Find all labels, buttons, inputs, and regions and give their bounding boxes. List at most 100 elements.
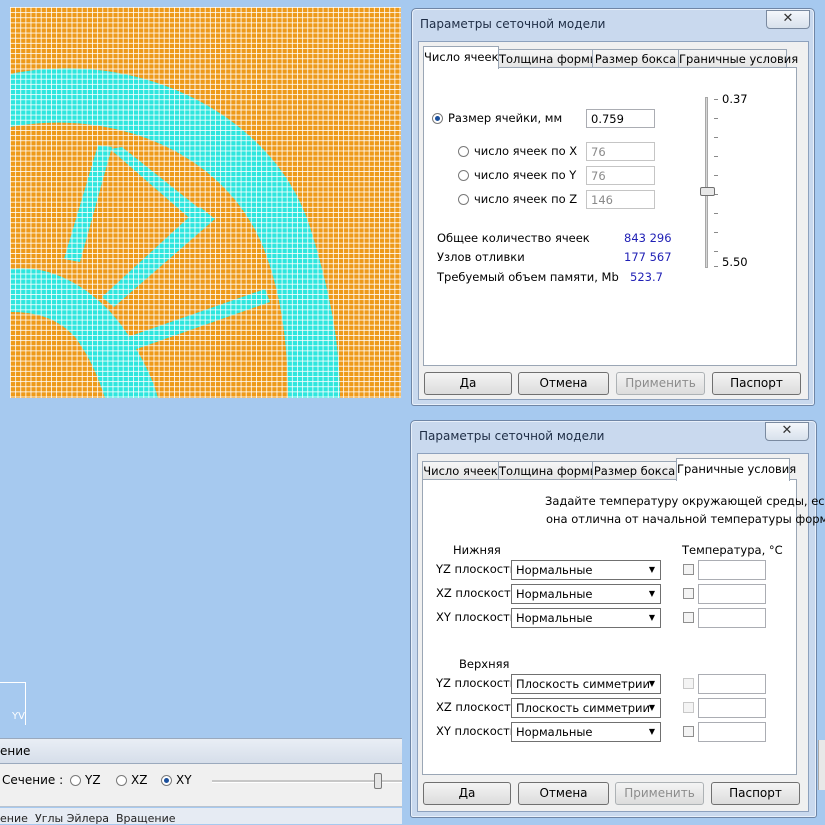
plane-radio-xy[interactable]: XY xyxy=(161,773,192,787)
cells-x-input[interactable]: 76 xyxy=(586,142,655,161)
upper-yz-select[interactable]: Плоскость симметрии ▼ xyxy=(511,674,661,694)
passport-button[interactable]: Паспорт xyxy=(712,372,801,395)
section-slider-thumb[interactable] xyxy=(374,773,382,789)
radio-indicator[interactable] xyxy=(161,774,172,786)
tab-boundary-conditions[interactable]: Граничные условия xyxy=(676,458,796,481)
lower-group-label: Нижняя xyxy=(453,543,501,557)
cancel-button[interactable]: Отмена xyxy=(518,782,609,805)
lower-xy-label: XY плоскость xyxy=(436,610,517,624)
cell-size-input[interactable]: 0.759 xyxy=(586,109,655,128)
section-label: Сечение : xyxy=(2,773,64,787)
tab-rotation[interactable]: Вращение xyxy=(116,812,176,825)
lower-xz-checkbox[interactable] xyxy=(683,588,694,599)
lower-xy-select[interactable]: Нормальные ▼ xyxy=(511,608,661,628)
apply-button[interactable]: Применить xyxy=(615,782,704,805)
radio-cells-z[interactable] xyxy=(458,194,469,205)
tab-form-thickness[interactable]: Толщина формы xyxy=(498,461,599,480)
lower-xz-label: XZ плоскость xyxy=(436,586,518,600)
tab-section[interactable]: ение xyxy=(0,812,28,825)
cells-y-input[interactable]: 76 xyxy=(586,166,655,185)
bottom-tab-strip: ение Углы Эйлера Вращение xyxy=(0,808,402,825)
upper-xy-checkbox[interactable] xyxy=(683,726,694,737)
close-button[interactable]: ✕ xyxy=(765,422,809,441)
cell-size-slider-track[interactable] xyxy=(705,97,708,268)
memory-value: 523.7 xyxy=(630,270,663,284)
dialog-body: Число ячеек Толщина формы Размер бокса Г… xyxy=(418,41,809,400)
radio-cells-y[interactable] xyxy=(458,170,469,181)
section-panel-header: ение xyxy=(0,738,402,764)
mesh-viewport[interactable] xyxy=(10,7,401,398)
radio-cells-x[interactable] xyxy=(458,146,469,157)
radio-cell-size[interactable] xyxy=(432,113,443,124)
scrollbar-fragment[interactable] xyxy=(818,740,825,790)
memory-label: Требуемый объем памяти, Mb xyxy=(437,270,619,284)
close-button[interactable]: ✕ xyxy=(766,10,810,29)
plane-label: XZ xyxy=(131,773,148,787)
select-value: Плоскость симметрии xyxy=(516,701,650,715)
select-value: Нормальные xyxy=(516,611,593,625)
slider-max-label: 0.37 xyxy=(722,92,748,106)
tab-box-size[interactable]: Размер бокса xyxy=(592,49,679,68)
dropdown-arrow-icon: ▼ xyxy=(648,679,655,688)
total-cells-label: Общее количество ячеек xyxy=(437,231,590,245)
slider-tick xyxy=(714,99,718,100)
upper-yz-checkbox[interactable] xyxy=(683,678,694,689)
lower-xy-checkbox[interactable] xyxy=(683,612,694,623)
tab-euler-angles[interactable]: Углы Эйлера xyxy=(35,812,109,825)
upper-xy-temperature[interactable] xyxy=(698,722,766,742)
dropdown-arrow-icon: ▼ xyxy=(648,613,655,622)
plane-radio-xz[interactable]: XZ xyxy=(116,773,147,787)
select-value: Плоскость симметрии xyxy=(516,677,650,691)
lower-yz-temperature[interactable] xyxy=(698,560,766,580)
dropdown-arrow-icon: ▼ xyxy=(648,565,655,574)
lower-yz-select[interactable]: Нормальные ▼ xyxy=(511,560,661,580)
cell-size-slider-thumb[interactable] xyxy=(700,187,715,196)
tab-cell-count[interactable]: Число ячеек xyxy=(423,46,499,69)
tab-boundary-conditions[interactable]: Граничные условия xyxy=(678,49,798,68)
plane-radio-yz[interactable]: YZ xyxy=(70,773,101,787)
lower-xz-temperature[interactable] xyxy=(698,584,766,604)
temperature-header: Температура, °C xyxy=(682,543,783,557)
plane-label: YZ xyxy=(85,773,101,787)
casting-nodes-label: Узлов отливки xyxy=(437,250,525,264)
upper-xz-temperature[interactable] xyxy=(698,698,766,718)
tab-form-thickness[interactable]: Толщина формы xyxy=(498,49,599,68)
slider-tick xyxy=(714,137,718,138)
dialog-title: Параметры сеточной модели xyxy=(420,17,606,31)
lower-yz-checkbox[interactable] xyxy=(683,564,694,575)
tab-cell-count[interactable]: Число ячеек xyxy=(422,461,499,480)
apply-button[interactable]: Применить xyxy=(616,372,705,395)
slider-tick xyxy=(714,266,718,267)
dropdown-arrow-icon: ▼ xyxy=(648,589,655,598)
upper-xz-checkbox[interactable] xyxy=(683,702,694,713)
slider-tick xyxy=(714,118,718,119)
section-header-label: ение xyxy=(0,744,31,758)
upper-yz-temperature[interactable] xyxy=(698,674,766,694)
upper-group-label: Верхняя xyxy=(459,657,510,671)
upper-xz-select[interactable]: Плоскость симметрии ▼ xyxy=(511,698,661,718)
axes-label: YV xyxy=(12,711,25,722)
slider-tick xyxy=(714,213,718,214)
ok-button[interactable]: Да xyxy=(424,372,512,395)
upper-xy-select[interactable]: Нормальные ▼ xyxy=(511,722,661,742)
cells-y-label: число ячеек по Y xyxy=(474,168,577,182)
dropdown-arrow-icon: ▼ xyxy=(648,703,655,712)
dropdown-arrow-icon: ▼ xyxy=(648,727,655,736)
lower-yz-label: YZ плоскость xyxy=(436,562,517,576)
slider-tick xyxy=(714,251,718,252)
cells-z-input[interactable]: 146 xyxy=(586,190,655,209)
lower-xy-temperature[interactable] xyxy=(698,608,766,628)
hint-line-1: Задайте температуру окружающей среды, ес… xyxy=(545,494,825,508)
radio-indicator[interactable] xyxy=(70,774,81,786)
lower-xz-select[interactable]: Нормальные ▼ xyxy=(511,584,661,604)
tab-box-size[interactable]: Размер бокса xyxy=(592,461,677,480)
ok-button[interactable]: Да xyxy=(423,782,511,805)
hint-line-2: она отлична от начальной температуры фор… xyxy=(546,512,825,526)
slider-tick xyxy=(714,175,718,176)
radio-indicator[interactable] xyxy=(116,774,127,786)
cancel-button[interactable]: Отмена xyxy=(518,372,609,395)
plane-label: XY xyxy=(176,773,192,787)
select-value: Нормальные xyxy=(516,587,593,601)
section-controls: Сечение : YZ XZ XY xyxy=(0,764,402,807)
passport-button[interactable]: Паспорт xyxy=(711,782,800,805)
